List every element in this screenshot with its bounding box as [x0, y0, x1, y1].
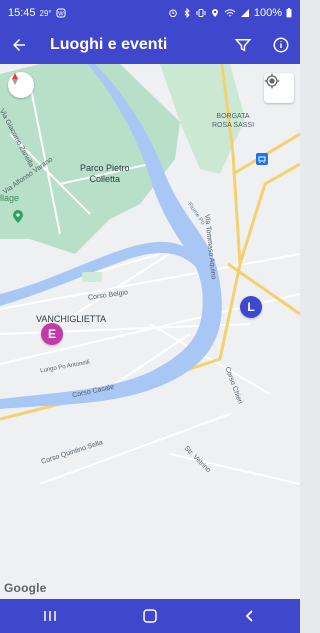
info-button[interactable]	[270, 34, 292, 56]
alarm-icon	[169, 9, 177, 18]
poi-pin-icon	[13, 210, 23, 223]
filter-icon	[234, 39, 252, 52]
recent-apps-button[interactable]	[39, 605, 61, 627]
signal-icon	[240, 9, 249, 17]
wifi-icon	[224, 9, 236, 17]
page-title: Luoghi e eventi	[50, 36, 168, 53]
recent-apps-icon	[44, 611, 56, 621]
map-view[interactable]: Parco Pietro Colletta VANCHIGLIETTA BORGA…	[0, 64, 300, 599]
vanchiglietta-label: VANCHIGLIETTA	[36, 314, 107, 324]
home-icon	[143, 609, 157, 623]
back-arrow-button[interactable]	[8, 34, 30, 56]
back-arrow-icon	[13, 39, 25, 51]
battery-icon	[286, 8, 292, 18]
app-bar: Luoghi e eventi	[0, 26, 300, 64]
village-label: llage	[0, 193, 20, 203]
home-button[interactable]	[139, 605, 161, 627]
system-back-button[interactable]	[239, 605, 261, 627]
system-nav-bar	[0, 599, 300, 633]
info-icon	[273, 37, 289, 53]
compass-button[interactable]	[8, 72, 34, 98]
back-icon	[245, 610, 253, 622]
my-location-button[interactable]	[264, 73, 294, 103]
svg-text:W: W	[58, 12, 64, 18]
status-bar: 15:45 29° W 100%	[0, 0, 300, 26]
vibrate-icon	[196, 9, 206, 17]
battery-percent: 100%	[253, 7, 282, 19]
compass-icon	[12, 73, 18, 85]
place-marker-l[interactable]: L	[240, 296, 262, 318]
transit-icon	[256, 153, 268, 165]
location-icon	[211, 9, 218, 17]
status-temperature: 29°	[39, 8, 52, 18]
status-right: 100%	[168, 7, 292, 19]
park-label: Parco Pietro Colletta	[80, 163, 130, 184]
filter-button[interactable]	[232, 34, 254, 56]
my-location-icon	[264, 73, 280, 89]
google-logo: Google	[4, 581, 47, 595]
bluetooth-icon	[184, 8, 190, 18]
status-time: 15:45	[8, 7, 36, 19]
app-bar-actions	[232, 34, 292, 56]
event-marker-e[interactable]: E	[41, 323, 63, 345]
status-left: 15:45 29° W	[8, 7, 66, 19]
borgata-label: BORGATA ROSA SASSI	[212, 113, 255, 129]
vpn-icon: W	[56, 8, 66, 18]
